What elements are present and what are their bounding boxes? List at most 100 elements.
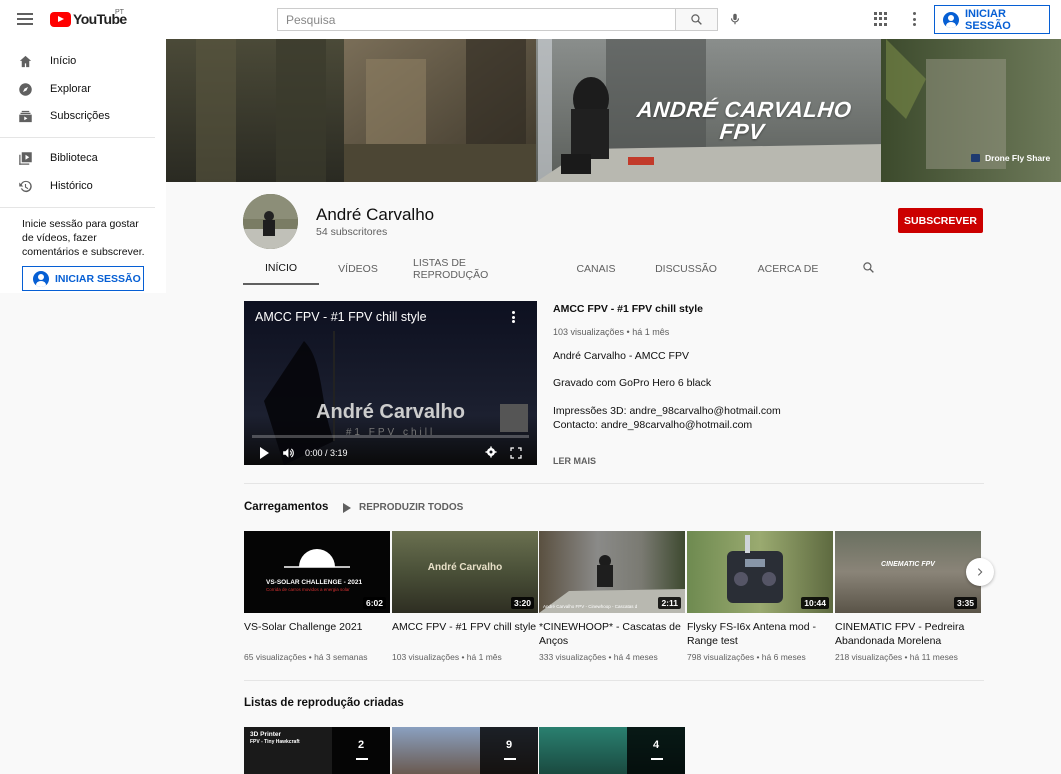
sign-in-button[interactable]: INICIAR SESSÃO <box>934 5 1050 34</box>
playlist-card[interactable]: 3D Printer FPV - Tiny Hawkcraft 2 <box>244 727 390 774</box>
video-thumbnail[interactable]: André Carvalho 3:20 <box>392 531 538 613</box>
section-divider <box>244 483 984 484</box>
play-icon[interactable] <box>260 447 269 459</box>
sidebar-item-home[interactable]: Início <box>0 47 166 75</box>
section-divider <box>244 680 984 681</box>
chevron-right-icon <box>977 568 983 576</box>
playlist-video-count: 2 <box>357 739 365 751</box>
carousel-next-button[interactable] <box>966 558 994 586</box>
sign-in-message: Inicie sessão para gostar de vídeos, faz… <box>22 218 145 258</box>
video-card[interactable]: CINEMATIC FPV 3:35 CINEMATIC FPV - Pedre… <box>835 531 981 662</box>
featured-video-title[interactable]: AMCC FPV - #1 FPV chill style <box>553 303 703 315</box>
video-thumbnail[interactable]: 10:44 <box>687 531 833 613</box>
sidebar-item-label: Subscrições <box>50 110 110 122</box>
banner-title: ANDRÉ CARVALHO FPV <box>635 97 853 144</box>
featured-video-player[interactable]: AMCC FPV - #1 FPV chill style André Carv… <box>244 301 537 465</box>
country-code: PT <box>115 9 124 16</box>
player-overlay-title: André Carvalho <box>316 401 465 423</box>
thumbnail-text: André Carvalho FPV - Cinewhoop - Cascata… <box>543 604 638 609</box>
video-title[interactable]: AMCC FPV - #1 FPV chill style <box>392 620 538 648</box>
video-title[interactable]: *CINEWHOOP* - Cascatas de Anços <box>539 620 685 648</box>
playlist-thumbnail-subtext: FPV - Tiny Hawkcraft <box>250 739 300 745</box>
banner-link[interactable]: Drone Fly Share <box>971 153 1050 163</box>
video-card[interactable]: André Carvalho FPV - Cinewhoop - Cascata… <box>539 531 685 662</box>
play-all-label: REPRODUZIR TODOS <box>359 502 464 513</box>
search-icon <box>691 14 702 25</box>
player-more-icon[interactable] <box>511 311 515 323</box>
video-duration: 3:35 <box>953 597 977 609</box>
video-meta: 798 visualizações • há 6 meses <box>687 652 806 662</box>
player-progress-bar[interactable] <box>252 435 529 438</box>
video-thumbnail[interactable]: André Carvalho FPV - Cinewhoop - Cascata… <box>539 531 685 613</box>
link-icon <box>971 154 980 162</box>
featured-video-meta: 103 visualizações • há 1 mês <box>553 327 670 337</box>
sidebar-item-label: Biblioteca <box>50 152 98 164</box>
search-button[interactable] <box>675 8 718 31</box>
volume-icon[interactable] <box>282 447 296 459</box>
playlist-card[interactable]: 4 <box>539 727 685 774</box>
video-card[interactable]: André Carvalho 3:20 AMCC FPV - #1 FPV ch… <box>392 531 538 662</box>
play-icon <box>343 502 351 513</box>
video-title[interactable]: VS-Solar Challenge 2021 <box>244 620 390 648</box>
video-meta: 218 visualizações • há 11 meses <box>835 652 958 662</box>
player-controls: 0:00 / 3:19 <box>244 441 537 465</box>
tab-discussion[interactable]: DISCUSSÃO <box>651 252 721 285</box>
youtube-play-icon <box>50 11 71 27</box>
video-card[interactable]: 10:44 Flysky FS-I6x Antena mod - Range t… <box>687 531 833 662</box>
fullscreen-icon[interactable] <box>510 447 522 459</box>
sidebar-item-history[interactable]: Histórico <box>0 172 166 200</box>
thumbnail-text: VS-SOLAR CHALLENGE - 2021 <box>266 579 363 586</box>
playlist-icon <box>356 758 368 760</box>
tab-videos[interactable]: VÍDEOS <box>328 252 388 285</box>
home-icon <box>17 53 33 69</box>
tab-channels[interactable]: CANAIS <box>566 252 626 285</box>
sidebar-item-explore[interactable]: Explorar <box>0 75 166 103</box>
account-icon <box>943 11 959 28</box>
playlist-count-overlay: 2 <box>332 727 390 774</box>
video-thumbnail[interactable]: VS-SOLAR CHALLENGE - 2021 Corrida de car… <box>244 531 390 613</box>
search-input[interactable] <box>277 8 675 31</box>
sidebar-divider <box>0 207 155 208</box>
read-more-button[interactable]: LER MAIS <box>553 456 596 466</box>
subscribe-button[interactable]: SUBSCREVER <box>898 208 983 233</box>
tab-playlists[interactable]: LISTAS DE REPRODUÇÃO <box>413 252 543 285</box>
video-thumbnail[interactable]: CINEMATIC FPV 3:35 <box>835 531 981 613</box>
playlist-thumbnail-text: 3D Printer <box>250 731 282 738</box>
avatar-image <box>243 194 298 249</box>
uploads-heading[interactable]: Carregamentos <box>244 501 328 513</box>
sidebar-divider <box>0 137 155 138</box>
description-line: André Carvalho - AMCC FPV <box>553 350 689 362</box>
sidebar-sign-in-button[interactable]: INICIAR SESSÃO <box>22 266 144 291</box>
description-line: Impressões 3D: andre_98carvalho@hotmail.… <box>553 405 781 417</box>
account-icon <box>33 270 49 287</box>
sidebar: Início Explorar Subscrições Biblioteca H… <box>0 39 166 293</box>
playlist-card[interactable]: 9 <box>392 727 538 774</box>
video-title[interactable]: CINEMATIC FPV - Pedreira Abandonada More… <box>835 620 981 648</box>
thumbnail-text: CINEMATIC FPV <box>881 561 935 568</box>
more-options-icon[interactable] <box>911 12 917 26</box>
subscriptions-icon <box>17 108 33 124</box>
sidebar-item-subscriptions[interactable]: Subscrições <box>0 102 166 130</box>
playlist-icon <box>651 758 663 760</box>
video-duration: 10:44 <box>801 597 829 609</box>
video-duration: 2:11 <box>658 597 681 609</box>
playlist-count-overlay: 4 <box>627 727 685 774</box>
video-title[interactable]: Flysky FS-I6x Antena mod - Range test <box>687 620 833 648</box>
playlists-heading[interactable]: Listas de reprodução criadas <box>244 697 404 709</box>
history-icon <box>17 178 33 194</box>
video-card[interactable]: VS-SOLAR CHALLENGE - 2021 Corrida de car… <box>244 531 390 662</box>
thumbnail-subtext: Corrida de carros movidos a energia sola… <box>266 587 350 592</box>
video-duration: 3:20 <box>510 597 534 609</box>
apps-grid-icon[interactable] <box>874 12 888 26</box>
video-meta: 333 visualizações • há 4 meses <box>539 652 658 662</box>
play-all-button[interactable]: REPRODUZIR TODOS <box>343 502 463 513</box>
settings-gear-icon[interactable] <box>485 446 497 458</box>
tab-home[interactable]: INÍCIO <box>243 252 319 285</box>
channel-avatar[interactable] <box>243 194 298 249</box>
channel-search-icon[interactable] <box>862 261 875 279</box>
sidebar-item-library[interactable]: Biblioteca <box>0 144 166 172</box>
menu-icon[interactable] <box>17 13 33 25</box>
voice-search-button[interactable] <box>726 10 744 28</box>
library-icon <box>17 150 33 166</box>
tab-about[interactable]: ACERCA DE <box>746 252 830 285</box>
